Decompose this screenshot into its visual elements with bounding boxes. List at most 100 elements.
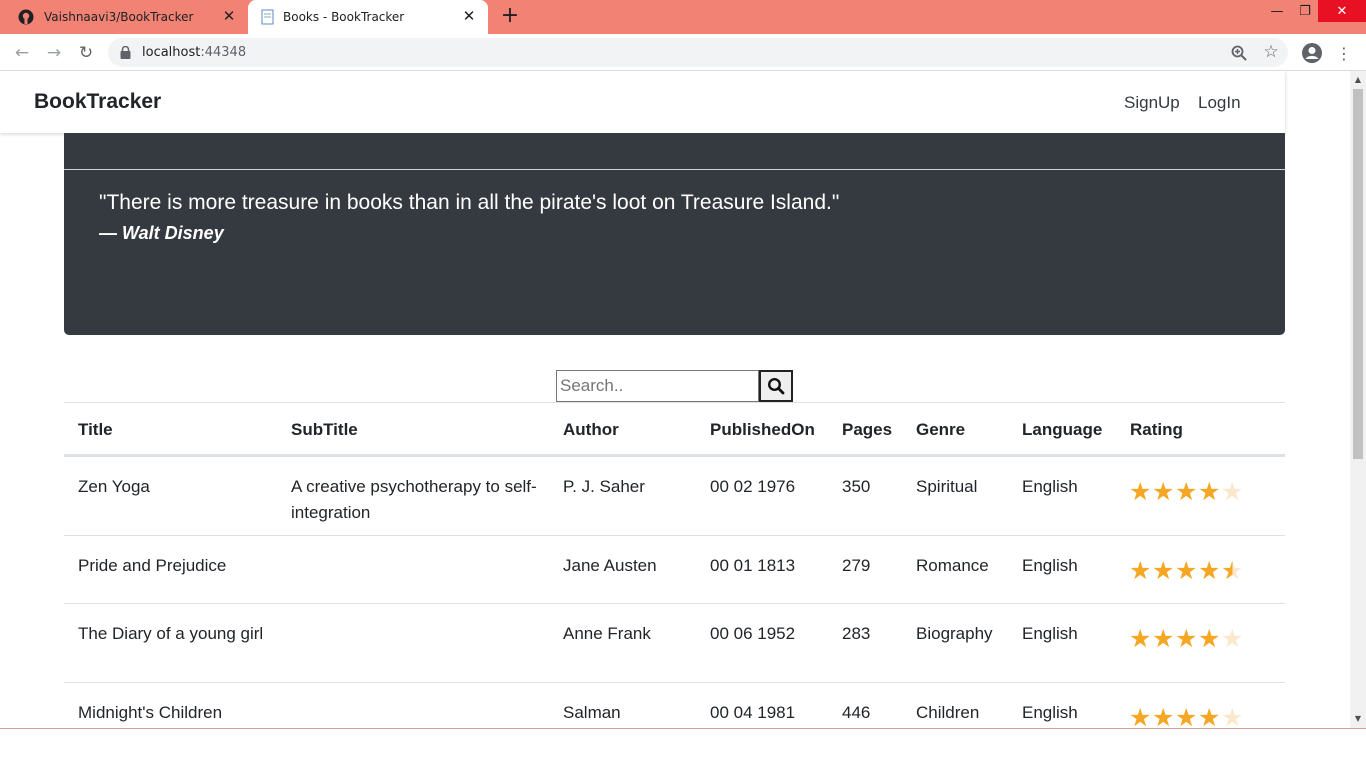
lock-icon bbox=[120, 46, 131, 59]
scroll-down-icon[interactable]: ▼ bbox=[1354, 715, 1362, 723]
browser-tab-books[interactable]: Books - BookTracker ✕ bbox=[248, 0, 488, 34]
book-published: 00 01 1813 bbox=[710, 556, 796, 575]
bookmark-star-icon[interactable]: ☆ bbox=[1262, 42, 1280, 62]
column-header[interactable]: SubTitle bbox=[291, 417, 358, 443]
star-filled-icon: ★ bbox=[1175, 557, 1198, 585]
column-header[interactable]: Genre bbox=[916, 417, 965, 443]
column-header[interactable]: Title bbox=[78, 417, 113, 443]
book-pages: 350 bbox=[842, 477, 871, 496]
download-bar bbox=[0, 728, 1366, 768]
close-icon[interactable]: ✕ bbox=[460, 7, 478, 25]
star-rating: ★ ★ ★ ★ ★ bbox=[1129, 626, 1244, 652]
restore-icon[interactable]: ❐ bbox=[1290, 0, 1320, 22]
book-title: Zen Yoga bbox=[78, 477, 150, 496]
github-icon bbox=[18, 9, 34, 25]
browser-toolbar: ← → ↻ localhost:44348 ☆ ⋮ bbox=[0, 34, 1366, 71]
column-header[interactable]: Pages bbox=[842, 417, 892, 443]
tab-label: Books - BookTracker bbox=[283, 10, 405, 24]
star-filled-icon: ★ bbox=[1152, 557, 1175, 585]
login-link[interactable]: LogIn bbox=[1198, 93, 1241, 113]
star-empty-icon: ★ bbox=[1221, 478, 1244, 506]
url-text: localhost:44348 bbox=[142, 45, 247, 60]
close-icon[interactable]: ✕ bbox=[220, 7, 238, 25]
browser-tab-strip: Vaishnaavi3/BookTracker ✕ Books - BookTr… bbox=[0, 0, 1366, 34]
page-icon bbox=[261, 9, 274, 25]
minimize-icon[interactable]: — bbox=[1262, 0, 1292, 22]
quote-banner: "There is more treasure in books than in… bbox=[64, 133, 1285, 335]
scroll-up-icon[interactable]: ▲ bbox=[1354, 76, 1362, 84]
book-language: English bbox=[1022, 703, 1078, 722]
book-language: English bbox=[1022, 624, 1078, 643]
tab-label: Vaishnaavi3/BookTracker bbox=[44, 10, 194, 24]
zoom-icon[interactable] bbox=[1230, 44, 1248, 62]
star-filled-icon: ★ bbox=[1198, 557, 1221, 585]
vertical-scrollbar[interactable]: ▲ ▼ bbox=[1350, 71, 1366, 728]
star-rating: ★ ★ ★ ★ ★ bbox=[1129, 705, 1244, 728]
star-filled-icon: ★ bbox=[1175, 478, 1198, 506]
star-filled-icon: ★ bbox=[1198, 478, 1221, 506]
book-language: English bbox=[1022, 477, 1078, 496]
browser-tab-github[interactable]: Vaishnaavi3/BookTracker ✕ bbox=[0, 0, 248, 34]
book-subtitle: A creative psychotherapy to self-integra… bbox=[291, 477, 537, 522]
book-pages: 279 bbox=[842, 556, 871, 575]
star-filled-icon: ★ bbox=[1198, 625, 1221, 653]
profile-icon[interactable] bbox=[1301, 42, 1323, 64]
address-bar[interactable]: localhost:44348 ☆ bbox=[108, 38, 1288, 67]
new-tab-icon[interactable]: + bbox=[498, 5, 522, 29]
star-filled-icon: ★ bbox=[1152, 478, 1175, 506]
book-genre: Biography bbox=[916, 624, 993, 643]
book-genre: Romance bbox=[916, 556, 989, 575]
star-filled-icon: ★ bbox=[1198, 704, 1221, 728]
book-title: Pride and Prejudice bbox=[78, 556, 227, 575]
book-pages: 446 bbox=[842, 703, 871, 722]
star-filled-icon: ★ bbox=[1129, 625, 1152, 653]
back-icon[interactable]: ← bbox=[11, 42, 33, 64]
reload-icon[interactable]: ↻ bbox=[75, 42, 97, 64]
table-header-row: Title SubTitle Author PublishedOn Pages … bbox=[64, 402, 1285, 456]
search-input[interactable] bbox=[556, 370, 759, 402]
star-filled-icon: ★ bbox=[1129, 704, 1152, 728]
book-genre: Spiritual bbox=[916, 477, 978, 496]
window-close-icon[interactable]: ✕ bbox=[1318, 0, 1366, 22]
signup-link[interactable]: SignUp bbox=[1124, 93, 1180, 113]
table-row[interactable]: The Diary of a young girl Anne Frank 00 … bbox=[64, 603, 1285, 682]
star-filled-icon: ★ bbox=[1175, 625, 1198, 653]
brand-logo[interactable]: BookTracker bbox=[34, 90, 161, 114]
star-filled-icon: ★ bbox=[1129, 557, 1152, 585]
books-table: Title SubTitle Author PublishedOn Pages … bbox=[64, 402, 1285, 728]
star-filled-icon: ★ bbox=[1152, 704, 1175, 728]
table-row[interactable]: Midnight's Children Salman 00 04 1981 44… bbox=[64, 682, 1285, 728]
scroll-thumb[interactable] bbox=[1353, 89, 1363, 459]
book-author: Anne Frank bbox=[563, 624, 651, 643]
book-published: 00 04 1981 bbox=[710, 703, 796, 722]
page-viewport: BookTracker SignUp LogIn "There is more … bbox=[0, 71, 1350, 728]
book-author: Salman bbox=[563, 703, 621, 722]
site-navbar: BookTracker SignUp LogIn bbox=[0, 71, 1285, 133]
star-filled-icon: ★ bbox=[1152, 625, 1175, 653]
divider bbox=[64, 169, 1285, 170]
column-header[interactable]: PublishedOn bbox=[710, 417, 815, 443]
column-header[interactable]: Rating bbox=[1130, 417, 1183, 443]
star-empty-icon: ★ bbox=[1221, 625, 1244, 653]
quote-author: — Walt Disney bbox=[99, 223, 224, 243]
book-language: English bbox=[1022, 556, 1078, 575]
search-button[interactable] bbox=[759, 370, 793, 402]
search-icon bbox=[767, 377, 785, 395]
book-author: Jane Austen bbox=[563, 556, 657, 575]
table-row[interactable]: Pride and Prejudice Jane Austen 00 01 18… bbox=[64, 535, 1285, 603]
book-genre: Children bbox=[916, 703, 980, 722]
book-pages: 283 bbox=[842, 624, 871, 643]
menu-icon[interactable]: ⋮ bbox=[1333, 42, 1355, 64]
star-rating: ★ ★ ★ ★ ★ bbox=[1129, 479, 1244, 505]
column-header[interactable]: Author bbox=[563, 417, 619, 443]
column-header[interactable]: Language bbox=[1022, 417, 1102, 443]
book-title: The Diary of a young girl bbox=[78, 624, 264, 643]
book-published: 00 02 1976 bbox=[710, 477, 796, 496]
star-rating: ★ ★ ★ ★ ★ bbox=[1129, 558, 1244, 584]
star-filled-icon: ★ bbox=[1175, 704, 1198, 728]
forward-icon[interactable]: → bbox=[43, 42, 65, 64]
book-published: 00 06 1952 bbox=[710, 624, 796, 643]
table-row[interactable]: Zen Yoga A creative psychotherapy to sel… bbox=[64, 456, 1285, 535]
book-title: Midnight's Children bbox=[78, 703, 223, 722]
star-empty-icon: ★ bbox=[1221, 704, 1244, 728]
